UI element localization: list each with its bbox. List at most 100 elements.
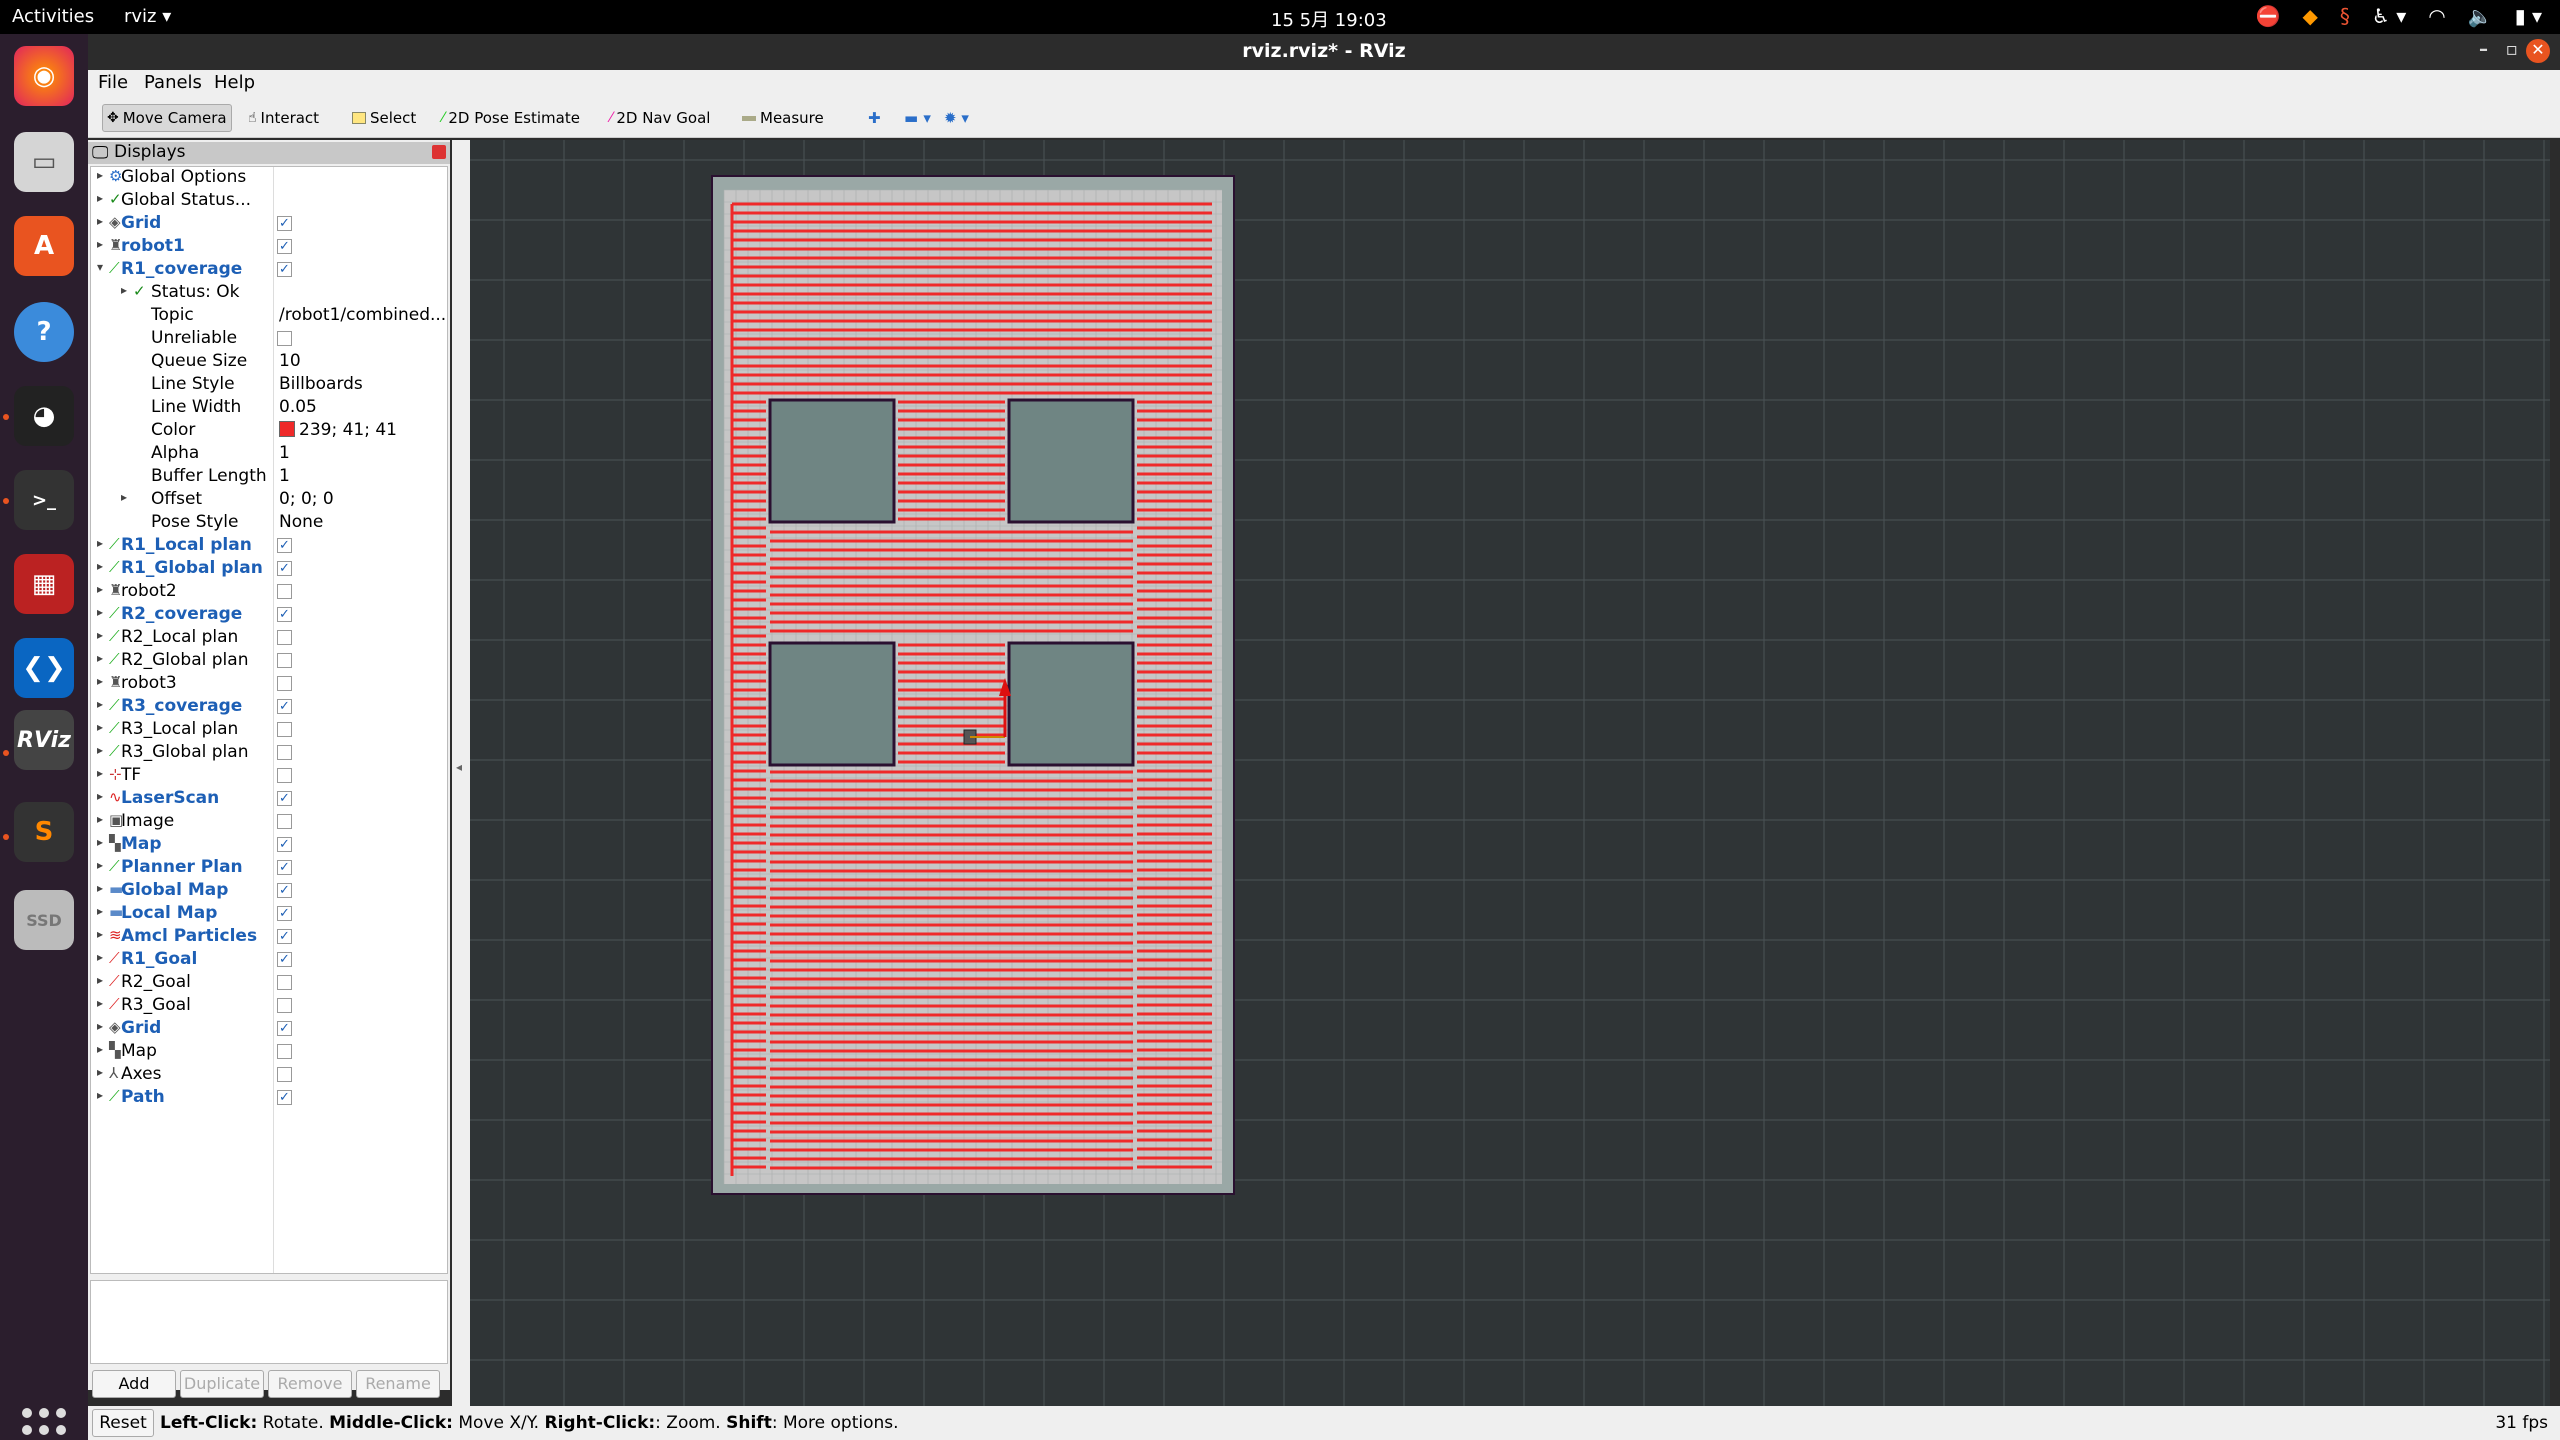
enabled-checkbox[interactable] bbox=[277, 768, 292, 783]
display-row-global-status-[interactable]: ▸ ✓ Global Status... bbox=[91, 190, 447, 213]
expand-arrow-icon[interactable]: ▸ bbox=[97, 237, 103, 251]
enabled-checkbox[interactable]: ✓ bbox=[277, 837, 292, 852]
do-not-disturb-icon[interactable]: ⛔ bbox=[2256, 4, 2281, 28]
expand-arrow-icon[interactable]: ▸ bbox=[97, 881, 103, 895]
expand-arrow-icon[interactable]: ▸ bbox=[97, 996, 103, 1010]
display-row-r3-coverage[interactable]: ▸ ⟋ R3_coverage ✓ bbox=[91, 696, 447, 719]
expand-arrow-icon[interactable]: ▸ bbox=[97, 536, 103, 550]
remove-button[interactable]: Remove bbox=[268, 1370, 352, 1398]
display-row-robot1[interactable]: ▸ ♜ robot1 ✓ bbox=[91, 236, 447, 259]
display-row-map[interactable]: ▸ ▚ Map bbox=[91, 1041, 447, 1064]
menu-file[interactable]: File bbox=[98, 72, 128, 93]
display-row-r2-global-plan[interactable]: ▸ ⟋ R2_Global plan bbox=[91, 650, 447, 673]
display-row-line-style[interactable]: Line Style Billboards bbox=[91, 374, 447, 397]
display-row-r3-local-plan[interactable]: ▸ ⟋ R3_Local plan bbox=[91, 719, 447, 742]
display-row-unreliable[interactable]: Unreliable bbox=[91, 328, 447, 351]
display-row-color[interactable]: Color 239; 41; 41 bbox=[91, 420, 447, 443]
display-row-r1-goal[interactable]: ▸ ⟋ R1_Goal ✓ bbox=[91, 949, 447, 972]
ssd-drive-icon[interactable]: SSD bbox=[14, 890, 74, 950]
add-button[interactable]: Add bbox=[92, 1370, 176, 1398]
remove-tool-button[interactable]: ▬ ▾ bbox=[900, 104, 935, 132]
expand-arrow-icon[interactable]: ▸ bbox=[97, 605, 103, 619]
app-menu[interactable]: rviz ▾ bbox=[124, 6, 171, 27]
display-row-r3-goal[interactable]: ▸ ⟋ R3_Goal bbox=[91, 995, 447, 1018]
system-monitor-icon[interactable]: ▦ bbox=[14, 554, 74, 614]
expand-arrow-icon[interactable]: ▸ bbox=[97, 789, 103, 803]
display-row-r2-goal[interactable]: ▸ ⟋ R2_Goal bbox=[91, 972, 447, 995]
panel-splitter[interactable]: ◂ bbox=[452, 140, 470, 1406]
pose-estimate-tool[interactable]: ⁄ 2D Pose Estimate bbox=[438, 104, 584, 132]
show-applications-icon[interactable] bbox=[22, 1408, 66, 1440]
collapse-left-icon[interactable]: ◂ bbox=[456, 760, 462, 774]
display-row-robot3[interactable]: ▸ ♜ robot3 bbox=[91, 673, 447, 696]
enabled-checkbox[interactable]: ✓ bbox=[277, 607, 292, 622]
display-row-path[interactable]: ▸ ⟋ Path ✓ bbox=[91, 1087, 447, 1110]
window-title-bar[interactable]: rviz.rviz* - RViz – ▫ ✕ bbox=[88, 34, 2560, 70]
expand-arrow-icon[interactable]: ▸ bbox=[97, 168, 103, 182]
menu-panels[interactable]: Panels bbox=[144, 72, 202, 93]
color-swatch[interactable] bbox=[279, 421, 295, 437]
display-row-amcl-particles[interactable]: ▸ ≋ Amcl Particles ✓ bbox=[91, 926, 447, 949]
enabled-checkbox[interactable] bbox=[277, 722, 292, 737]
rename-button[interactable]: Rename bbox=[356, 1370, 440, 1398]
display-row-topic[interactable]: Topic/robot1/combined... bbox=[91, 305, 447, 328]
display-row-grid[interactable]: ▸ ◈ Grid ✓ bbox=[91, 213, 447, 236]
enabled-checkbox[interactable]: ✓ bbox=[277, 952, 292, 967]
expand-arrow-icon[interactable]: ▸ bbox=[97, 191, 103, 205]
wifi-icon[interactable]: ◠ bbox=[2428, 4, 2445, 28]
tray-app-icon-2[interactable]: § bbox=[2340, 4, 2350, 28]
collapse-arrow-icon[interactable]: ▾ bbox=[97, 260, 103, 274]
menu-help[interactable]: Help bbox=[214, 72, 255, 93]
display-row-laserscan[interactable]: ▸ ∿ LaserScan ✓ bbox=[91, 788, 447, 811]
maximize-icon[interactable]: ▫ bbox=[2506, 39, 2518, 60]
rviz-icon[interactable]: RViz bbox=[14, 710, 74, 770]
expand-arrow-icon[interactable]: ▸ bbox=[97, 812, 103, 826]
terminal-icon[interactable]: >_ bbox=[14, 470, 74, 530]
expand-arrow-icon[interactable]: ▸ bbox=[121, 490, 127, 504]
software-center-icon[interactable]: A bbox=[14, 216, 74, 276]
select-tool[interactable]: Select bbox=[348, 104, 420, 132]
display-row-line-width[interactable]: Line Width 0.05 bbox=[91, 397, 447, 420]
expand-arrow-icon[interactable]: ▸ bbox=[97, 1065, 103, 1079]
sublime-text-icon[interactable]: S bbox=[14, 802, 74, 862]
duplicate-button[interactable]: Duplicate bbox=[180, 1370, 264, 1398]
expand-arrow-icon[interactable]: ▸ bbox=[97, 904, 103, 918]
display-row-r2-local-plan[interactable]: ▸ ⟋ R2_Local plan bbox=[91, 627, 447, 650]
display-row-r3-global-plan[interactable]: ▸ ⟋ R3_Global plan bbox=[91, 742, 447, 765]
reset-button[interactable]: Reset bbox=[92, 1409, 154, 1437]
expand-arrow-icon[interactable]: ▸ bbox=[97, 766, 103, 780]
enabled-checkbox[interactable] bbox=[277, 975, 292, 990]
tray-app-icon[interactable]: ◆ bbox=[2303, 4, 2318, 28]
close-icon[interactable]: ✕ bbox=[2526, 39, 2550, 63]
expand-arrow-icon[interactable]: ▸ bbox=[97, 858, 103, 872]
enabled-checkbox[interactable]: ✓ bbox=[277, 1090, 292, 1105]
render-viewport[interactable] bbox=[470, 140, 2550, 1406]
display-row-global-map[interactable]: ▸ ▬ Global Map ✓ bbox=[91, 880, 447, 903]
display-row-r2-coverage[interactable]: ▸ ⟋ R2_coverage ✓ bbox=[91, 604, 447, 627]
property-value[interactable]: 0.05 bbox=[279, 397, 317, 417]
enabled-checkbox[interactable]: ✓ bbox=[277, 239, 292, 254]
firefox-icon[interactable]: ◉ bbox=[14, 46, 74, 106]
enabled-checkbox[interactable] bbox=[277, 630, 292, 645]
display-row-status-ok[interactable]: ▸ ✓ Status: Ok bbox=[91, 282, 447, 305]
display-row-r1-global-plan[interactable]: ▸ ⟋ R1_Global plan ✓ bbox=[91, 558, 447, 581]
enabled-checkbox[interactable] bbox=[277, 1067, 292, 1082]
expand-arrow-icon[interactable]: ▸ bbox=[97, 973, 103, 987]
display-row-offset[interactable]: ▸ Offset 0; 0; 0 bbox=[91, 489, 447, 512]
enabled-checkbox[interactable]: ✓ bbox=[277, 883, 292, 898]
expand-arrow-icon[interactable]: ▸ bbox=[97, 1042, 103, 1056]
property-value[interactable]: 10 bbox=[279, 351, 301, 371]
expand-arrow-icon[interactable]: ▸ bbox=[121, 283, 127, 297]
expand-arrow-icon[interactable]: ▸ bbox=[97, 674, 103, 688]
enabled-checkbox[interactable]: ✓ bbox=[277, 699, 292, 714]
enabled-checkbox[interactable] bbox=[277, 331, 292, 346]
expand-arrow-icon[interactable]: ▸ bbox=[97, 628, 103, 642]
property-value[interactable]: 1 bbox=[279, 466, 290, 486]
expand-arrow-icon[interactable]: ▸ bbox=[97, 743, 103, 757]
property-value[interactable]: 0; 0; 0 bbox=[279, 489, 334, 509]
move-camera-tool[interactable]: ✥ Move Camera bbox=[102, 104, 232, 132]
property-value[interactable]: /robot1/combined... bbox=[279, 305, 446, 325]
expand-arrow-icon[interactable]: ▸ bbox=[97, 651, 103, 665]
expand-arrow-icon[interactable]: ▸ bbox=[97, 214, 103, 228]
property-value[interactable]: 1 bbox=[279, 443, 290, 463]
